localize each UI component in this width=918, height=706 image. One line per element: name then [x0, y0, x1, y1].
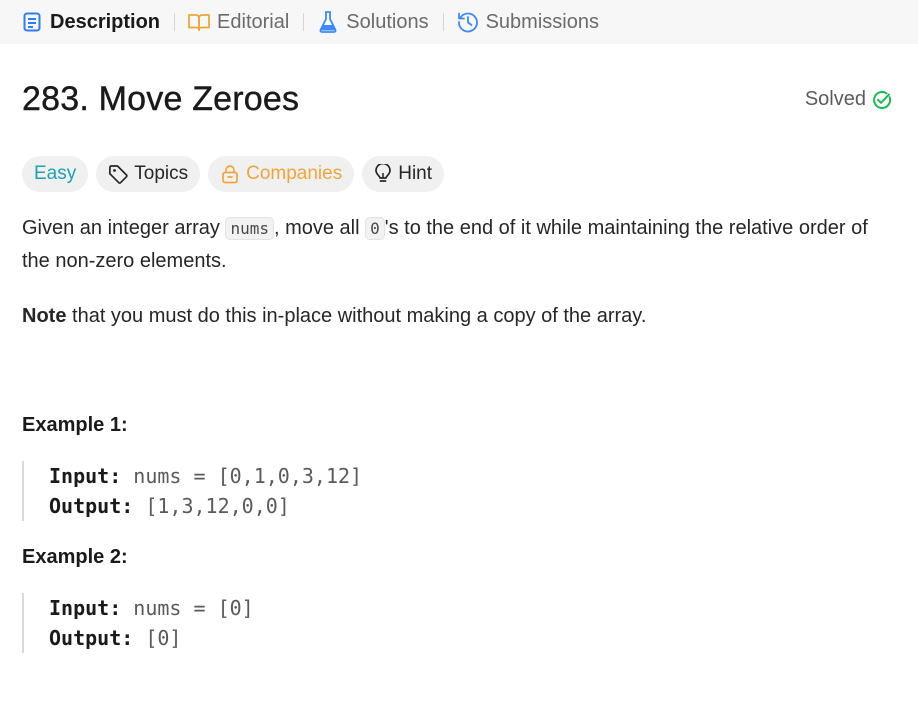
difficulty-badge: Easy — [22, 156, 89, 192]
example-output-line: Output: [0] — [49, 623, 894, 653]
tab-submissions[interactable]: Submissions — [454, 2, 605, 42]
tab-label: Description — [50, 10, 161, 33]
lightbulb-icon — [374, 164, 392, 184]
output-label: Output: — [49, 626, 134, 650]
lock-icon — [220, 164, 240, 184]
example-2: Example 2: Input: nums = [0] Output: [0] — [22, 546, 894, 653]
tab-divider — [174, 13, 176, 31]
statement-paragraph: Given an integer array nums, move all 0 '… — [22, 212, 894, 277]
companies-label: Companies — [246, 163, 343, 184]
tab-divider — [303, 13, 305, 31]
statement-text: Given an integer array — [22, 217, 226, 239]
input-value: nums = [0,1,0,3,12] — [133, 464, 363, 488]
topics-button[interactable]: Topics — [96, 156, 201, 192]
tag-icon — [108, 164, 128, 184]
check-circle-icon — [872, 90, 892, 110]
history-icon — [456, 10, 480, 34]
example-code-block: Input: nums = [0,1,0,3,12] Output: [1,3,… — [22, 461, 894, 521]
problem-statement: Given an integer array nums, move all 0 '… — [22, 212, 894, 332]
inline-code-zero: 0 — [365, 217, 385, 240]
output-label: Output: — [49, 494, 134, 518]
tab-description[interactable]: Description — [18, 2, 166, 42]
example-title: Example 2: — [22, 546, 128, 568]
tab-label: Editorial — [217, 10, 290, 33]
problem-description-panel: 283. Move Zeroes Solved Easy Topics Comp… — [22, 44, 894, 653]
tab-divider — [442, 13, 444, 31]
output-value: [0] — [145, 626, 182, 650]
tag-row: Easy Topics Companies Hint — [22, 156, 894, 192]
tab-solutions[interactable]: Solutions — [314, 2, 434, 42]
companies-button[interactable]: Companies — [208, 156, 355, 192]
tab-editorial[interactable]: Editorial — [185, 2, 295, 42]
tab-label: Solutions — [346, 10, 429, 33]
description-icon — [20, 10, 44, 34]
hint-button[interactable]: Hint — [362, 156, 445, 192]
hint-label: Hint — [398, 163, 433, 184]
example-input-line: Input: nums = [0] — [49, 593, 894, 623]
solved-status: Solved — [805, 88, 892, 111]
flask-icon — [316, 10, 340, 34]
input-label: Input: — [49, 464, 122, 488]
input-value: nums = [0] — [133, 596, 254, 620]
note-text: that you must do this in-place without m… — [66, 305, 647, 327]
example-code-block: Input: nums = [0] Output: [0] — [22, 593, 894, 653]
inline-code-nums: nums — [225, 217, 274, 240]
tab-label: Submissions — [485, 10, 599, 33]
tab-bar: Description Editorial Solutions Submissi… — [0, 0, 918, 44]
statement-text: , move all — [273, 217, 366, 239]
example-1: Example 1: Input: nums = [0,1,0,3,12] Ou… — [22, 414, 894, 521]
input-label: Input: — [49, 596, 122, 620]
topics-label: Topics — [134, 163, 189, 184]
book-icon — [187, 10, 211, 34]
solved-label: Solved — [804, 88, 866, 110]
output-value: [1,3,12,0,0] — [145, 494, 290, 518]
problem-title[interactable]: 283. Move Zeroes — [22, 80, 299, 119]
example-output-line: Output: [1,3,12,0,0] — [49, 491, 894, 521]
note-paragraph: Note that you must do this in-place with… — [22, 300, 894, 332]
title-row: 283. Move Zeroes Solved — [22, 44, 894, 156]
note-label: Note — [22, 305, 67, 327]
example-title: Example 1: — [22, 414, 128, 436]
example-input-line: Input: nums = [0,1,0,3,12] — [49, 461, 894, 491]
